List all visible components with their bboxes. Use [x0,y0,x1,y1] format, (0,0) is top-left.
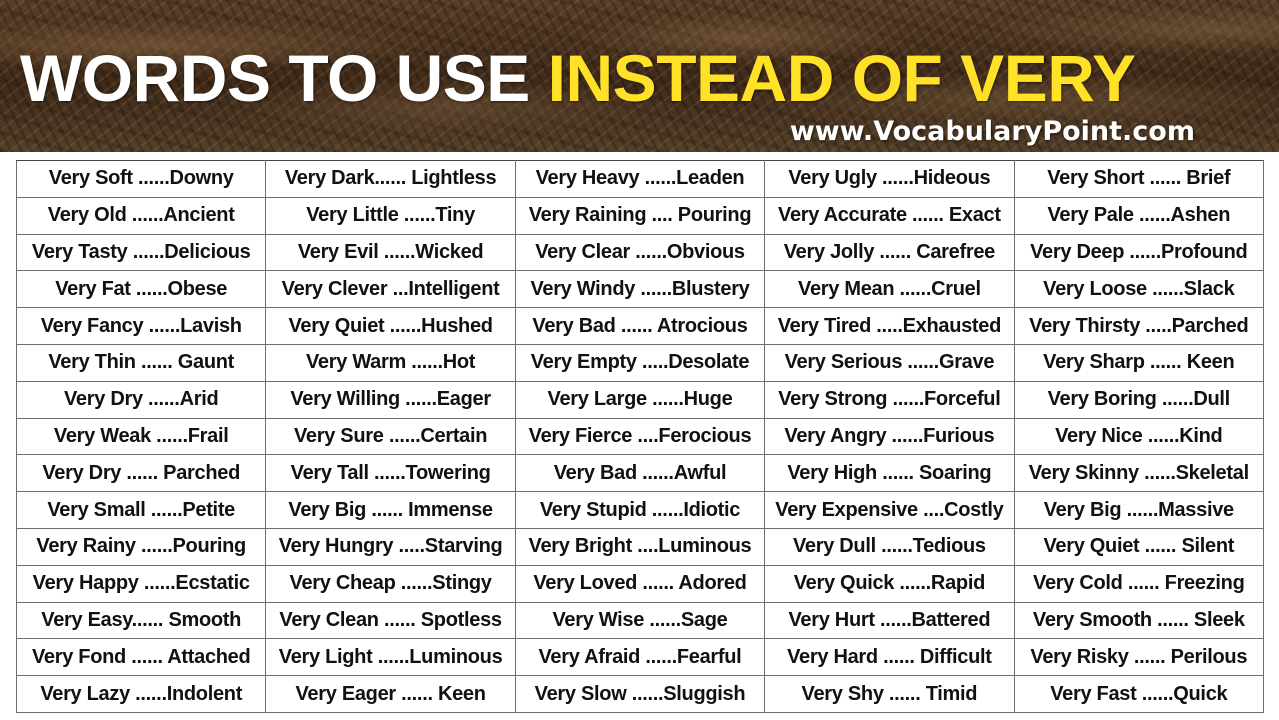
table-row: Very Soft ......Downy Very Dark...... Lig… [15,160,1265,198]
word-pair-cell: Very Raining .... Pouring [514,196,766,235]
word-pair-cell: Very Sure ......Certain [265,417,516,456]
word-table-body: Very Soft ......Downy Very Dark...... Lig… [15,160,1265,713]
word-pair-cell: Very Bad ...... Atrocious [514,307,766,345]
word-pair-cell: Very Tasty ......Delicious [15,233,267,272]
word-pair-cell: Very Mean ......Cruel [764,270,1015,309]
page-title: WORDS TO USE INSTEAD OF VERY [20,38,1270,118]
word-pair-cell: Very Pale ......Ashen [1013,196,1265,235]
title-white-part: WORDS TO USE [20,41,530,115]
word-pair-cell: Very Hungry .....Starving [265,527,516,566]
table-row: Very Happy ......Ecstatic Very Cheap ....… [15,564,1265,603]
word-pair-cell: Very Clever ...Intelligent [265,270,516,309]
word-pair-cell: Very Dark...... Lightless [265,160,516,198]
word-pair-cell: Very Clean ...... Spotless [265,601,516,640]
word-pair-cell: Very Nice ......Kind [1013,417,1265,456]
word-pair-cell: Very Short ...... Brief [1013,160,1265,198]
word-pair-cell: Very Thirsty .....Parched [1013,307,1265,345]
word-pair-cell: Very Quick ......Rapid [764,564,1015,603]
word-pair-cell: Very Cold ...... Freezing [1013,564,1265,603]
table-row: Very Dry ...... Parched Very Tall ......T… [15,454,1265,493]
word-pair-cell: Very Thin ...... Gaunt [15,343,267,382]
word-pair-cell: Very Risky ...... Perilous [1013,638,1265,677]
word-pair-cell: Very Empty .....Desolate [514,343,766,382]
word-pair-cell: Very Dry ......Arid [15,380,267,419]
word-pair-cell: Very Fancy ......Lavish [15,307,267,345]
word-pair-cell: Very Shy ...... Timid [764,675,1015,713]
word-pair-cell: Very Deep ......Profound [1013,233,1265,272]
word-pair-cell: Very Smooth ...... Sleek [1013,601,1265,640]
table-row: Very Dry ......Arid Very Willing ......Ea… [15,380,1265,419]
word-pair-cell: Very Willing ......Eager [265,380,516,419]
table-row: Very Fancy ......Lavish Very Quiet ......… [15,307,1265,345]
table-row: Very Rainy ......Pouring Very Hungry ....… [15,527,1265,566]
word-pair-cell: Very Loved ...... Adored [514,564,766,603]
word-pair-cell: Very Weak ......Frail [15,417,267,456]
word-pair-cell: Very Fat ......Obese [15,270,267,309]
word-pair-cell: Very Fast ......Quick [1013,675,1265,713]
word-pair-cell: Very Afraid ......Fearful [514,638,766,677]
word-pair-cell: Very Evil ......Wicked [265,233,516,272]
table-row: Very Weak ......Frail Very Sure ......Cer… [15,417,1265,456]
word-pair-cell: Very Quiet ......Hushed [265,307,516,345]
word-pair-cell: Very Strong ......Forceful [764,380,1015,419]
table-row: Very Tasty ......Delicious Very Evil ....… [15,233,1265,272]
word-pair-cell: Very Accurate ...... Exact [764,196,1015,235]
table-row: Very Easy...... Smooth Very Clean ...... … [15,601,1265,640]
word-pair-cell: Very Dull ......Tedious [764,527,1015,566]
word-pair-cell: Very Lazy ......Indolent [15,675,267,713]
word-pair-cell: Very Sharp ...... Keen [1013,343,1265,382]
word-pair-cell: Very Angry ......Furious [764,417,1015,456]
word-pair-cell: Very Boring ......Dull [1013,380,1265,419]
word-pair-cell: Very Jolly ...... Carefree [764,233,1015,272]
word-pair-cell: Very Big ......Massive [1013,491,1265,529]
word-pair-cell: Very Happy ......Ecstatic [15,564,267,603]
word-pair-cell: Very Soft ......Downy [15,160,267,198]
word-pair-cell: Very Bad ......Awful [514,454,766,493]
word-pair-cell: Very Old ......Ancient [15,196,267,235]
word-pair-cell: Very Cheap ......Stingy [265,564,516,603]
word-pair-cell: Very Eager ...... Keen [265,675,516,713]
word-pair-cell: Very Big ...... Immense [265,491,516,529]
word-pair-cell: Very Quiet ...... Silent [1013,527,1265,566]
table-row: Very Small ......Petite Very Big ...... I… [15,491,1265,529]
word-pair-cell: Very Warm ......Hot [265,343,516,382]
table-row: Very Thin ...... Gaunt Very Warm ......Ho… [15,343,1265,382]
table-row: Very Old ......Ancient Very Little ......… [15,196,1265,235]
word-pair-cell: Very Fond ...... Attached [15,638,267,677]
header-banner: WORDS TO USE INSTEAD OF VERY www.Vocabul… [0,0,1279,152]
website-url: www.VocabularyPoint.com [789,116,1195,147]
word-pair-cell: Very Fierce ....Ferocious [514,417,766,456]
table-row: Very Fat ......Obese Very Clever ...Intel… [15,270,1265,309]
word-table: Very Soft ......Downy Very Dark...... Lig… [15,160,1265,713]
word-pair-cell: Very Tall ......Towering [265,454,516,493]
word-pair-cell: Very Loose ......Slack [1013,270,1265,309]
word-pair-cell: Very Rainy ......Pouring [15,527,267,566]
word-pair-cell: Very Tired .....Exhausted [764,307,1015,345]
word-pair-cell: Very Easy...... Smooth [15,601,267,640]
word-pair-cell: Very Dry ...... Parched [15,454,267,493]
title-yellow-part: INSTEAD OF VERY [547,41,1136,115]
word-pair-cell: Very High ...... Soaring [764,454,1015,493]
word-pair-cell: Very Ugly ......Hideous [764,160,1015,198]
word-pair-cell: Very Slow ......Sluggish [514,675,766,713]
word-pair-cell: Very Bright ....Luminous [514,527,766,566]
word-pair-cell: Very Serious ......Grave [764,343,1015,382]
word-pair-cell: Very Heavy ......Leaden [514,160,766,198]
word-pair-cell: Very Windy ......Blustery [514,270,766,309]
word-pair-cell: Very Small ......Petite [15,491,267,529]
word-pair-cell: Very Wise ......Sage [514,601,766,640]
table-row: Very Lazy ......Indolent Very Eager .....… [15,675,1265,713]
word-pair-cell: Very Large ......Huge [514,380,766,419]
table-row: Very Fond ...... Attached Very Light ....… [15,638,1265,677]
word-pair-cell: Very Expensive ....Costly [764,491,1015,529]
word-pair-cell: Very Light ......Luminous [265,638,516,677]
word-pair-cell: Very Clear ......Obvious [514,233,766,272]
word-pair-cell: Very Stupid ......Idiotic [514,491,766,529]
word-pair-cell: Very Little ......Tiny [265,196,516,235]
word-pair-cell: Very Skinny ......Skeletal [1013,454,1265,493]
word-pair-cell: Very Hurt ......Battered [764,601,1015,640]
word-pair-cell: Very Hard ...... Difficult [764,638,1015,677]
